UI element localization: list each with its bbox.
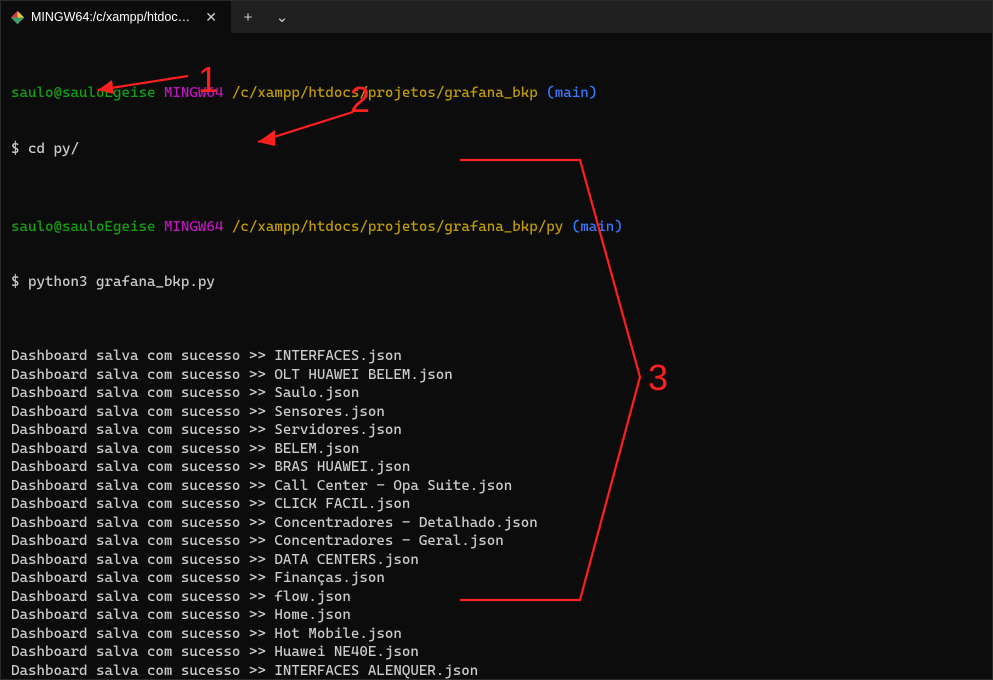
new-tab-button[interactable]: + (231, 9, 265, 26)
output-line: Dashboard salva com sucesso >> Home.json (11, 606, 982, 625)
command-1: $ cd py/ (11, 140, 982, 159)
tab-controls: + ⌄ (231, 1, 299, 33)
output-line: Dashboard salva com sucesso >> Finanças.… (11, 569, 982, 588)
output-line: Dashboard salva com sucesso >> OLT HUAWE… (11, 366, 982, 385)
prompt-1: saulo@sauloEgeise MINGW64 /c/xampp/htdoc… (11, 84, 982, 103)
tab-title: MINGW64:/c/xampp/htdocs/pr (31, 10, 195, 24)
output-line: Dashboard salva com sucesso >> Hot Mobil… (11, 625, 982, 644)
output-block: Dashboard salva com sucesso >> INTERFACE… (11, 347, 982, 680)
output-line: Dashboard salva com sucesso >> INTERFACE… (11, 662, 982, 680)
output-line: Dashboard salva com sucesso >> CLICK FAC… (11, 495, 982, 514)
output-line: Dashboard salva com sucesso >> Concentra… (11, 514, 982, 533)
output-line: Dashboard salva com sucesso >> DATA CENT… (11, 551, 982, 570)
output-line: Dashboard salva com sucesso >> Saulo.jso… (11, 384, 982, 403)
output-line: Dashboard salva com sucesso >> flow.json (11, 588, 982, 607)
close-tab-button[interactable]: ✕ (201, 10, 221, 24)
titlebar: MINGW64:/c/xampp/htdocs/pr ✕ + ⌄ (1, 1, 992, 33)
output-line: Dashboard salva com sucesso >> INTERFACE… (11, 347, 982, 366)
active-tab[interactable]: MINGW64:/c/xampp/htdocs/pr ✕ (1, 1, 231, 33)
prompt-2: saulo@sauloEgeise MINGW64 /c/xampp/htdoc… (11, 218, 982, 237)
terminal-body[interactable]: saulo@sauloEgeise MINGW64 /c/xampp/htdoc… (1, 33, 992, 680)
output-line: Dashboard salva com sucesso >> BRAS HUAW… (11, 458, 982, 477)
command-2: $ python3 grafana_bkp.py (11, 273, 982, 292)
output-line: Dashboard salva com sucesso >> Concentra… (11, 532, 982, 551)
output-line: Dashboard salva com sucesso >> Huawei NE… (11, 643, 982, 662)
output-line: Dashboard salva com sucesso >> Servidore… (11, 421, 982, 440)
output-line: Dashboard salva com sucesso >> Sensores.… (11, 403, 982, 422)
tab-dropdown-button[interactable]: ⌄ (265, 8, 299, 26)
terminal-icon (9, 9, 25, 25)
output-line: Dashboard salva com sucesso >> BELEM.jso… (11, 440, 982, 459)
output-line: Dashboard salva com sucesso >> Call Cent… (11, 477, 982, 496)
